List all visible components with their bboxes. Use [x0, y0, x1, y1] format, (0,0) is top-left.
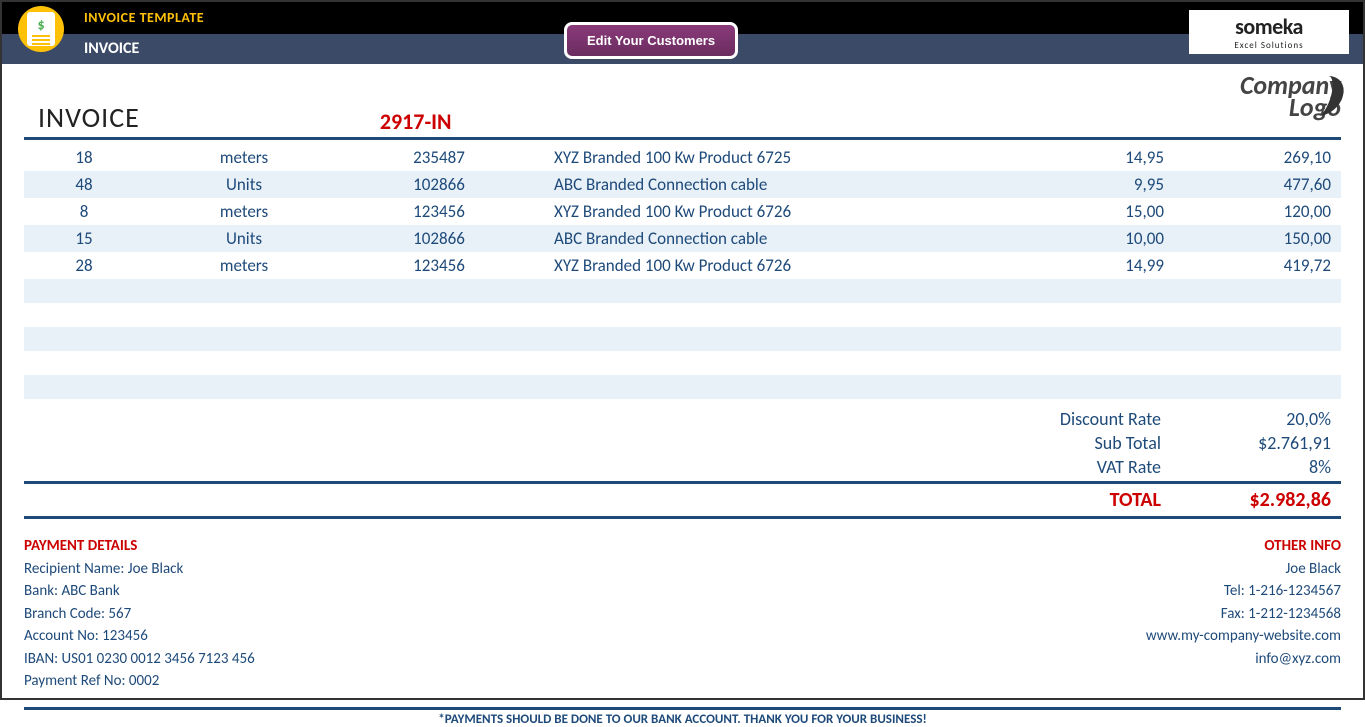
total-row: TOTAL $2.982,86	[24, 484, 1341, 519]
someka-sub: Excel Solutions	[1234, 40, 1303, 51]
someka-brand: someka	[1235, 13, 1303, 40]
empty-row	[24, 327, 1341, 351]
vat-row: VAT Rate 8%	[24, 455, 1341, 479]
details-section: PAYMENT DETAILS Recipient Name: Joe Blac…	[24, 535, 1341, 693]
template-label: INVOICE TEMPLATE	[84, 9, 204, 26]
empty-row	[24, 279, 1341, 303]
payment-details: PAYMENT DETAILS Recipient Name: Joe Blac…	[24, 535, 255, 693]
discount-row: Discount Rate 20,0%	[24, 407, 1341, 431]
company-logo: Company Logo	[1240, 74, 1341, 118]
edit-customers-button[interactable]: Edit Your Customers	[564, 22, 738, 59]
table-row: 48 Units 102866 ABC Branded Connection c…	[24, 171, 1341, 198]
other-info: OTHER INFO Joe Black Tel: 1-216-1234567 …	[1146, 535, 1341, 693]
line-items-table: 18 meters 235487 XYZ Branded 100 Kw Prod…	[24, 144, 1341, 399]
table-row: 15 Units 102866 ABC Branded Connection c…	[24, 225, 1341, 252]
app-logo-icon	[18, 6, 64, 52]
subtotal-row: Sub Total $2.761,91	[24, 431, 1341, 455]
someka-logo: someka Excel Solutions	[1189, 10, 1349, 54]
header-navy-bar: INVOICE Edit Your Customers someka Excel…	[2, 34, 1363, 64]
empty-row	[24, 375, 1341, 399]
empty-row	[24, 351, 1341, 375]
footer-note: *PAYMENTS SHOULD BE DONE TO OUR BANK ACC…	[24, 707, 1341, 727]
table-row: 8 meters 123456 XYZ Branded 100 Kw Produ…	[24, 198, 1341, 225]
invoice-header: INVOICE 2917-IN	[24, 64, 1341, 140]
table-row: 28 meters 123456 XYZ Branded 100 Kw Prod…	[24, 252, 1341, 279]
empty-row	[24, 303, 1341, 327]
section-label: INVOICE	[84, 39, 139, 58]
summary-block: Discount Rate 20,0% Sub Total $2.761,91 …	[24, 407, 1341, 519]
table-row: 18 meters 235487 XYZ Branded 100 Kw Prod…	[24, 144, 1341, 171]
invoice-number: 2917-IN	[380, 108, 452, 135]
invoice-title: INVOICE	[38, 100, 140, 135]
